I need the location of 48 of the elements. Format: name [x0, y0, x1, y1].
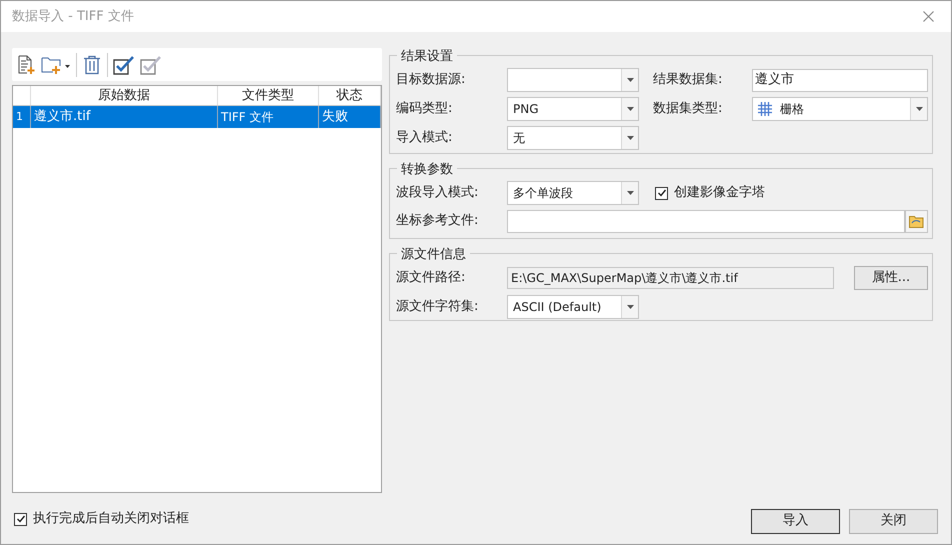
checkbox-label: 执行完成后自动关闭对话框 — [33, 510, 189, 528]
field-label: 源文件路径: — [396, 269, 466, 288]
table-cell-text: TIFF 文件 — [221, 109, 274, 126]
field-label: 源文件字符集: — [396, 298, 480, 316]
field-label: 编码类型: — [396, 100, 454, 118]
caret-icon — [621, 127, 638, 149]
column-header: 状态 — [336, 86, 362, 105]
trash-icon[interactable] — [82, 54, 102, 74]
dropdown[interactable]: 无 — [507, 126, 639, 150]
dropdown[interactable]: 栅格 — [752, 97, 928, 121]
add-folder-icon[interactable] — [41, 54, 71, 74]
table-row[interactable]: 1 遵义市.tif TIFF 文件 失败 — [13, 106, 381, 128]
table-cell-text: 失败 — [322, 108, 348, 126]
add-file-icon[interactable] — [16, 54, 36, 74]
window-title: 数据导入 - TIFF 文件 — [12, 8, 134, 26]
path-field: E:\GC_MAX\SuperMap\遵义市\遵义市.tif — [507, 267, 834, 289]
checkbox-label: 创建影像金字塔 — [674, 184, 765, 202]
field-label: 数据集类型: — [653, 100, 724, 118]
field-label: 导入模式: — [396, 129, 454, 148]
checkbox-icon[interactable] — [113, 54, 135, 74]
checkbox[interactable] — [14, 512, 27, 526]
close-icon[interactable] — [923, 11, 934, 22]
caret-icon — [621, 296, 638, 318]
checkbox[interactable] — [655, 186, 668, 200]
row-number: 1 — [16, 108, 23, 125]
browse-button[interactable] — [905, 210, 928, 232]
field-label: 结果数据集: — [653, 71, 724, 90]
dropdown[interactable]: PNG — [507, 97, 639, 121]
dropdown[interactable]: ASCII (Default) — [507, 295, 639, 319]
dropdown[interactable]: 多个单波段 — [507, 181, 639, 205]
table-cell-text: 遵义市.tif — [34, 108, 90, 126]
field-label: 坐标参考文件: — [396, 212, 480, 230]
caret-icon — [621, 182, 638, 204]
column-header: 文件类型 — [242, 86, 294, 105]
properties-button[interactable]: 属性... — [854, 266, 928, 290]
caret-icon — [621, 98, 638, 120]
grid-icon — [758, 102, 772, 116]
dialog-button[interactable]: 导入 — [751, 508, 840, 534]
caret-icon — [621, 69, 638, 91]
field-label: 目标数据源: — [396, 71, 466, 90]
caret-icon — [910, 98, 927, 120]
text-field[interactable]: 遵义市 — [752, 68, 928, 92]
dialog-button[interactable]: 关闭 — [849, 508, 938, 534]
file-path-field[interactable] — [507, 210, 905, 232]
folder-icon — [909, 214, 924, 228]
column-header: 原始数据 — [98, 86, 150, 105]
field-label: 波段导入模式: — [396, 184, 480, 202]
checkbox-icon[interactable] — [140, 54, 162, 74]
